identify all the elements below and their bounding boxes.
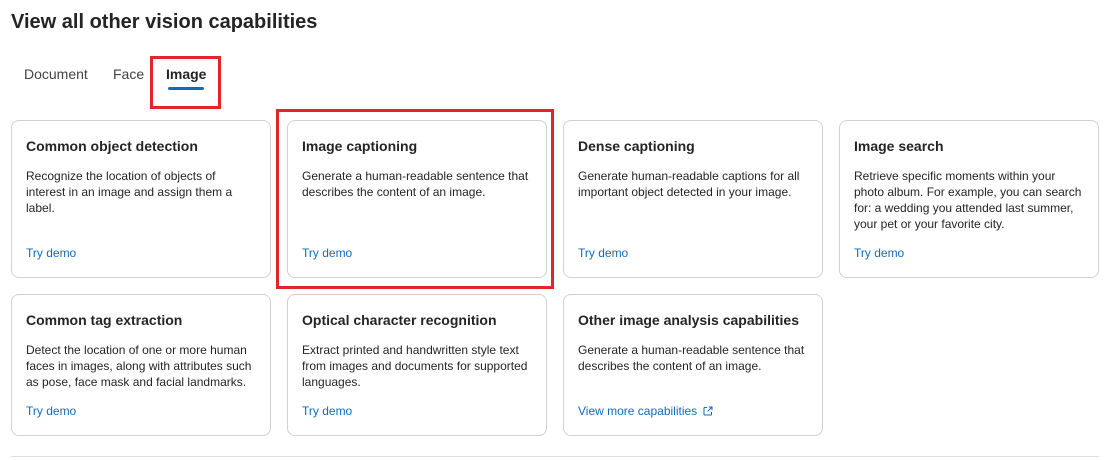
capability-card: Image captioning Generate a human-readab… xyxy=(287,120,547,278)
capability-card: Other image analysis capabilities Genera… xyxy=(563,294,823,436)
card-description: Generate a human-readable sentence that … xyxy=(302,169,529,199)
card-description: Generate human-readable captions for all… xyxy=(578,169,800,199)
divider xyxy=(11,456,1099,457)
tab-image-label: Image xyxy=(166,66,207,82)
tab-document[interactable]: Document xyxy=(24,58,88,98)
external-link-icon xyxy=(703,406,713,416)
try-demo-link[interactable]: Try demo xyxy=(302,246,352,260)
card-description: Recognize the location of objects of int… xyxy=(26,169,233,215)
try-demo-link[interactable]: Try demo xyxy=(578,246,628,260)
card-description: Extract printed and handwritten style te… xyxy=(302,343,528,389)
tab-face[interactable]: Face xyxy=(113,58,144,98)
card-title: Image captioning xyxy=(302,138,418,154)
try-demo-link[interactable]: Try demo xyxy=(302,404,352,418)
card-title: Common tag extraction xyxy=(26,312,183,328)
tab-face-label: Face xyxy=(113,66,145,82)
page-title: View all other vision capabilities xyxy=(11,11,318,33)
view-more-capabilities-link[interactable]: View more capabilities xyxy=(578,404,713,418)
tab-image[interactable]: Image xyxy=(166,58,206,98)
try-demo-link[interactable]: Try demo xyxy=(854,246,904,260)
card-description: Detect the location of one or more human… xyxy=(26,343,252,389)
capability-card: Common tag extraction Detect the locatio… xyxy=(11,294,271,436)
view-more-capabilities-label: View more capabilities xyxy=(578,404,698,418)
capability-card: Optical character recognition Extract pr… xyxy=(287,294,547,436)
capability-card: Common object detection Recognize the lo… xyxy=(11,120,271,278)
try-demo-link[interactable]: Try demo xyxy=(26,246,76,260)
capability-card: Image search Retrieve specific moments w… xyxy=(839,120,1099,278)
active-tab-indicator xyxy=(168,87,205,90)
capability-card: Dense captioning Generate human-readable… xyxy=(563,120,823,278)
card-title: Optical character recognition xyxy=(302,312,497,328)
try-demo-link[interactable]: Try demo xyxy=(26,404,76,418)
card-title: Other image analysis capabilities xyxy=(578,312,799,328)
card-description: Retrieve specific moments within your ph… xyxy=(854,169,1082,231)
card-description: Generate a human-readable sentence that … xyxy=(578,343,805,373)
tab-document-label: Document xyxy=(24,66,88,82)
card-title: Common object detection xyxy=(26,138,198,154)
card-title: Image search xyxy=(854,138,944,154)
card-title: Dense captioning xyxy=(578,138,695,154)
